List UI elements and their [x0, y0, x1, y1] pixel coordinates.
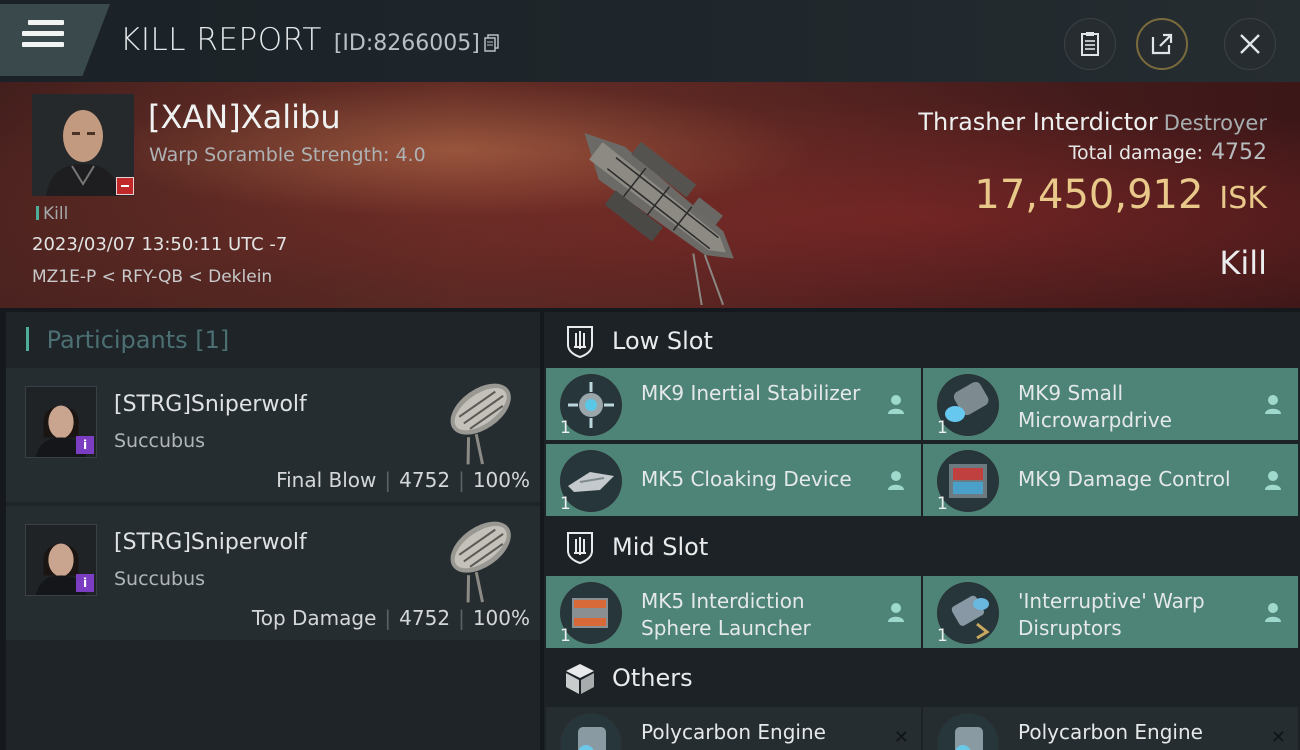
- participants-header: Participants [1]: [6, 312, 540, 368]
- person-icon: [888, 471, 904, 490]
- module-name: 'Interruptive' Warp Disruptors: [1018, 589, 1205, 640]
- ship-class: Destroyer: [1163, 111, 1267, 135]
- mid-slot-label: Mid Slot: [612, 533, 709, 561]
- participant-role: Final Blow: [276, 468, 377, 492]
- hamburger-menu-icon[interactable]: [22, 20, 68, 60]
- fitting-panel: Low Slot 1 MK9 Inertial Stabilizer 1 MK9…: [544, 312, 1300, 750]
- low-slot-label: Low Slot: [612, 327, 713, 355]
- module-name: MK5 Interdiction Sphere Launcher: [641, 589, 811, 640]
- module-quantity: 1: [560, 626, 571, 646]
- participants-count: [1]: [195, 326, 230, 354]
- total-damage-value: 4752: [1211, 140, 1267, 165]
- module-quantity: 1: [937, 494, 948, 514]
- participant-role: Top Damage: [251, 606, 377, 630]
- participant-damage: 4752: [399, 606, 451, 630]
- person-icon: [1265, 471, 1281, 490]
- ship-name: Thrasher Interdictor: [918, 108, 1158, 136]
- mid-slot-header: Mid Slot: [544, 518, 1300, 576]
- cube-icon: [566, 664, 594, 694]
- report-id: [ID:8266005]: [333, 31, 480, 56]
- title-group: KILL REPORT [ID:8266005]: [120, 22, 500, 58]
- total-damage: Total damage: 4752: [1069, 140, 1267, 165]
- module-slot[interactable]: 1 MK5 Interdiction Sphere Launcher: [546, 576, 921, 648]
- participant-percent: 100%: [472, 606, 530, 630]
- module-slot[interactable]: 1 MK5 Cloaking Device: [546, 444, 921, 516]
- module-slot[interactable]: 1 'Interruptive' Warp Disruptors: [923, 576, 1298, 648]
- copy-icon[interactable]: [484, 34, 500, 52]
- module-slot[interactable]: 1 MK9 Damage Control: [923, 444, 1298, 516]
- isk-amount: 17,450,912: [974, 172, 1204, 218]
- participant-card[interactable]: i [STRG]Sniperwolf Succubus Top Damage | 4…: [6, 506, 540, 640]
- kill-timestamp: 2023/03/07 13:50:11 UTC -7: [32, 234, 288, 255]
- module-name: MK9 Small Microwarpdrive: [1018, 381, 1172, 432]
- hostile-badge-icon: [116, 177, 134, 195]
- destroyer-ship-image[interactable]: [540, 90, 770, 305]
- page-title: KILL REPORT: [120, 22, 322, 58]
- module-slot[interactable]: Polycarbon Engine ✕: [546, 707, 921, 750]
- isk-value: 17,450,912 ISK: [974, 172, 1267, 218]
- participant-stats: Final Blow | 4752 | 100%: [276, 468, 530, 492]
- module-name: MK9 Inertial Stabilizer: [641, 381, 861, 405]
- victim-banner: [XAN]Xalibu Warp Soramble Strength: 4.0 …: [0, 82, 1300, 308]
- participant-card[interactable]: i [STRG]Sniperwolf Succubus Final Blow | 4…: [6, 368, 540, 502]
- result-label: Kill: [1219, 244, 1267, 282]
- close-small-icon: ✕: [893, 727, 909, 748]
- succubus-ship-image[interactable]: [434, 508, 530, 604]
- corp-badge-icon: i: [76, 574, 94, 592]
- participant-ship: Succubus: [114, 430, 206, 452]
- others-header: Others: [544, 649, 1300, 707]
- low-slot-header: Low Slot: [544, 312, 1300, 370]
- victim-ship[interactable]: Thrasher Interdictor Destroyer: [918, 108, 1267, 136]
- module-name: MK5 Cloaking Device: [641, 467, 852, 491]
- victim-subtitle: Warp Soramble Strength: 4.0: [149, 144, 426, 166]
- polycarbon-engine-icon: [560, 713, 622, 750]
- victim-name[interactable]: [XAN]Xalibu: [148, 98, 341, 136]
- participant-name[interactable]: [STRG]Sniperwolf: [114, 530, 307, 555]
- person-icon: [1265, 395, 1281, 414]
- module-slot[interactable]: Polycarbon Engine ✕: [923, 707, 1298, 750]
- participant-ship: Succubus: [114, 568, 206, 590]
- module-quantity: 1: [560, 418, 571, 438]
- kill-tag: Kill: [36, 204, 68, 224]
- mid-slot-icon: [567, 532, 593, 565]
- share-button[interactable]: [1136, 18, 1188, 70]
- kill-location[interactable]: MZ1E-P < RFY-QB < Deklein: [32, 267, 272, 287]
- person-icon: [888, 603, 904, 622]
- participant-stats: Top Damage | 4752 | 100%: [251, 606, 530, 630]
- clipboard-button[interactable]: [1064, 18, 1116, 70]
- top-bar: KILL REPORT [ID:8266005]: [0, 0, 1300, 82]
- module-quantity: 1: [560, 494, 571, 514]
- corp-badge-icon: i: [76, 436, 94, 454]
- succubus-ship-image[interactable]: [434, 370, 530, 466]
- module-name: MK9 Damage Control: [1018, 467, 1231, 491]
- module-name: Polycarbon Engine: [641, 720, 826, 744]
- participant-name[interactable]: [STRG]Sniperwolf: [114, 392, 307, 417]
- share-icon: [1151, 33, 1173, 55]
- close-button[interactable]: [1224, 18, 1276, 70]
- close-icon: [1240, 34, 1260, 54]
- clipboard-icon: [1081, 32, 1099, 56]
- participant-damage: 4752: [399, 468, 451, 492]
- module-name: Polycarbon Engine: [1018, 720, 1203, 744]
- polycarbon-engine-icon: [937, 713, 999, 750]
- module-quantity: 1: [937, 418, 948, 438]
- isk-unit: ISK: [1219, 181, 1267, 216]
- module-quantity: 1: [937, 626, 948, 646]
- person-icon: [888, 395, 904, 414]
- participant-percent: 100%: [472, 468, 530, 492]
- module-slot[interactable]: 1 MK9 Small Microwarpdrive: [923, 368, 1298, 440]
- participants-panel: Participants [1] i [STRG]Sniperwolf Succ…: [6, 312, 540, 750]
- others-label: Others: [612, 664, 693, 692]
- low-slot-icon: [567, 326, 593, 359]
- module-slot[interactable]: 1 MK9 Inertial Stabilizer: [546, 368, 921, 440]
- total-damage-label: Total damage:: [1068, 142, 1203, 164]
- person-icon: [1265, 603, 1281, 622]
- participants-title: Participants: [46, 326, 188, 354]
- close-small-icon: ✕: [1270, 727, 1286, 748]
